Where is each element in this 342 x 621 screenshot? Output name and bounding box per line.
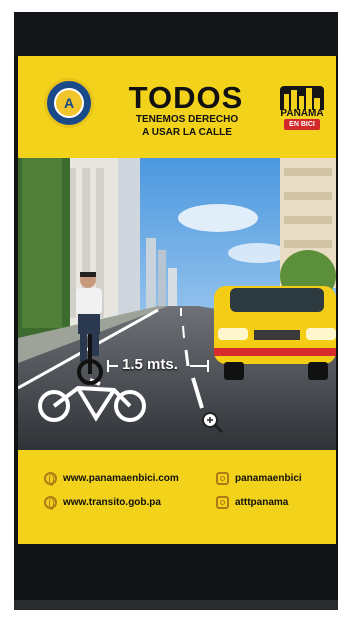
frame-bottom-strip: [14, 600, 338, 610]
photo-frame: A TODOS TENEMOS DERECHO A USAR LA CALLE …: [14, 12, 338, 610]
globe-icon: [44, 496, 57, 510]
instagram-icon: [216, 472, 229, 485]
footer-link-2: www.transito.gob.pa: [44, 496, 161, 510]
footer-social-text: atttpanama: [235, 497, 289, 508]
panama-en-bici-logo: PANAMA EN BICI: [280, 86, 324, 132]
footer-link-text: www.transito.gob.pa: [63, 497, 161, 508]
footer-social-2: atttpanama: [216, 496, 288, 509]
logo-badge: EN BICI: [284, 119, 320, 130]
poster-footer: www.panamaenbici.com www.transito.gob.pa…: [18, 450, 336, 544]
skyline-icon: [280, 86, 324, 110]
poster: A TODOS TENEMOS DERECHO A USAR LA CALLE …: [18, 56, 336, 544]
poster-subtitle-line2: A USAR LA CALLE: [142, 127, 232, 138]
footer-social-text: panamaenbici: [235, 473, 302, 484]
cyclist: [76, 272, 103, 385]
footer-link-text: www.panamaenbici.com: [63, 473, 179, 484]
logo-word: PANAMA: [280, 108, 324, 119]
globe-icon: [44, 472, 57, 486]
poster-title: TODOS: [128, 80, 244, 115]
instagram-icon: [216, 496, 229, 509]
street-scene-photo: 1.5 mts.: [18, 158, 336, 450]
poster-subtitle-line1: TENEMOS DERECHO: [135, 114, 239, 125]
footer-link-1: www.panamaenbici.com: [44, 472, 179, 486]
distance-label: 1.5 mts.: [122, 356, 178, 373]
street-illustration: [18, 158, 336, 450]
footer-social-1: panamaenbici: [216, 472, 302, 485]
poster-header: A TODOS TENEMOS DERECHO A USAR LA CALLE …: [18, 56, 336, 156]
transit-authority-seal-icon: A: [44, 78, 94, 128]
seal-center: A: [54, 88, 84, 118]
frame-top-band: [14, 12, 338, 56]
